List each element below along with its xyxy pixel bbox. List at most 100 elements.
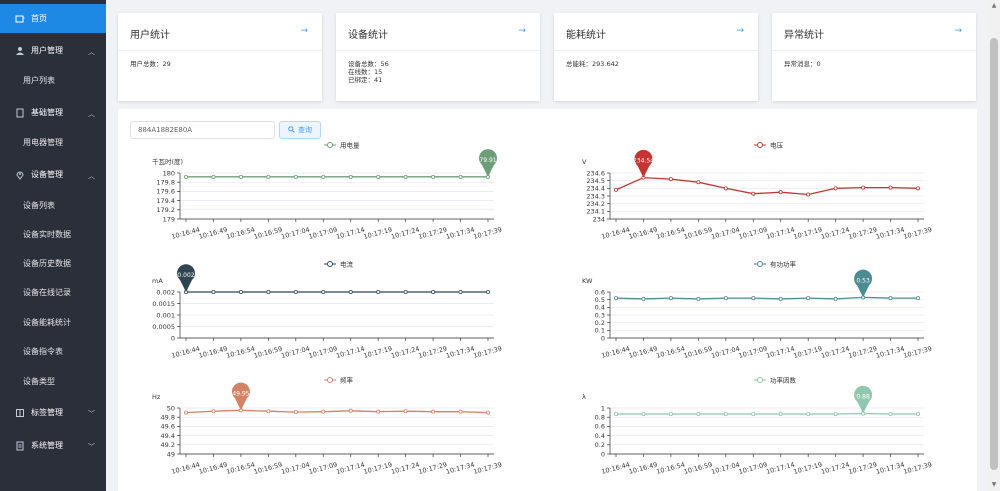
x-tick-label: 10:17:14 bbox=[335, 345, 365, 360]
data-point bbox=[184, 174, 189, 179]
sidebar-item-device-online[interactable]: 设备在线记录 bbox=[0, 278, 106, 307]
scrollbar[interactable]: ▲ ▼ bbox=[988, 0, 1000, 491]
sidebar-item-home[interactable]: 首页 bbox=[0, 4, 106, 33]
anomaly-stats-card: 异常统计 → 异常消息：0 bbox=[772, 13, 976, 101]
legend-label: 电压 bbox=[770, 141, 784, 150]
sidebar-item-label: 设备实时数据 bbox=[23, 230, 71, 239]
max-marker-label: 0.53 bbox=[856, 277, 870, 284]
sidebar-item-label: 用电器管理 bbox=[23, 138, 63, 147]
data-point bbox=[723, 296, 728, 301]
data-point bbox=[778, 411, 783, 416]
sidebar-item-user-mgmt[interactable]: 用户管理 ︿ bbox=[0, 36, 106, 65]
data-point bbox=[485, 410, 490, 415]
x-tick-label: 10:17:24 bbox=[820, 461, 850, 476]
search-icon bbox=[288, 125, 295, 135]
scroll-thumb[interactable] bbox=[990, 38, 998, 470]
y-tick-label: 1 bbox=[601, 404, 605, 412]
card-body: 用户总数：29 bbox=[130, 60, 171, 68]
x-tick-label: 10:16:44 bbox=[601, 345, 631, 360]
x-tick-label: 10:16:44 bbox=[171, 345, 201, 360]
sidebar-item-device-history[interactable]: 设备历史数据 bbox=[0, 249, 106, 278]
series-line bbox=[616, 412, 918, 415]
data-point bbox=[293, 290, 298, 295]
y-tick-label: 49 bbox=[167, 450, 175, 458]
x-tick-label: 10:16:59 bbox=[253, 226, 283, 241]
data-point bbox=[403, 174, 408, 179]
x-tick-label: 10:17:14 bbox=[335, 226, 365, 241]
stat-line: 异常消息：0 bbox=[784, 60, 821, 68]
data-point bbox=[806, 192, 811, 197]
x-tick-label: 10:16:49 bbox=[628, 345, 658, 360]
x-tick-label: 10:16:54 bbox=[655, 345, 685, 360]
sidebar-item-user-list[interactable]: 用户列表 bbox=[0, 66, 106, 95]
data-point bbox=[238, 290, 243, 295]
max-marker: 0.002 bbox=[177, 264, 195, 292]
data-point bbox=[806, 296, 811, 301]
x-tick-label: 10:17:39 bbox=[473, 345, 503, 360]
sidebar-item-device-mgmt[interactable]: 设备管理 ︿ bbox=[0, 160, 106, 189]
y-tick-label: 180 bbox=[163, 169, 175, 177]
data-point bbox=[696, 180, 701, 185]
data-point bbox=[806, 411, 811, 416]
sidebar-item-device-energy[interactable]: 设备能耗统计 bbox=[0, 308, 106, 337]
x-tick-label: 10:17:19 bbox=[793, 345, 823, 360]
series-line bbox=[615, 296, 918, 300]
divider bbox=[336, 50, 540, 51]
x-tick-label: 10:17:34 bbox=[875, 461, 905, 476]
x-tick-label: 10:17:29 bbox=[418, 345, 448, 360]
data-point bbox=[348, 290, 353, 295]
x-tick-label: 10:17:24 bbox=[390, 345, 420, 360]
y-axis-unit: mA bbox=[152, 277, 163, 285]
device-stats-card: 设备统计 → 设备总数：56 在线数：15 已绑定：41 bbox=[336, 13, 540, 101]
sidebar-item-device-list[interactable]: 设备列表 bbox=[0, 191, 106, 220]
data-point bbox=[403, 409, 408, 414]
y-tick-label: 179.6 bbox=[156, 188, 175, 196]
data-point bbox=[641, 411, 646, 416]
y-axis-unit: V bbox=[582, 158, 587, 166]
x-tick-label: 10:17:19 bbox=[363, 226, 393, 241]
x-tick-label: 10:17:04 bbox=[710, 226, 740, 241]
sidebar-item-base-mgmt[interactable]: 基础管理 ︿ bbox=[0, 98, 106, 127]
x-tick-label: 10:17:14 bbox=[765, 461, 795, 476]
x-tick-label: 10:17:29 bbox=[848, 461, 878, 476]
data-point bbox=[915, 296, 920, 301]
tablet-icon bbox=[15, 108, 25, 118]
x-tick-label: 10:16:59 bbox=[683, 345, 713, 360]
sidebar-item-appliance-mgmt[interactable]: 用电器管理 bbox=[0, 128, 106, 157]
x-tick-label: 10:17:04 bbox=[710, 345, 740, 360]
y-tick-label: 49.2 bbox=[161, 441, 175, 449]
data-point bbox=[833, 296, 838, 301]
x-tick-label: 10:17:39 bbox=[473, 226, 503, 241]
x-tick-label: 10:16:49 bbox=[198, 226, 228, 241]
x-tick-label: 10:16:54 bbox=[225, 226, 255, 241]
divider bbox=[772, 50, 976, 51]
arrow-right-icon[interactable]: → bbox=[736, 26, 744, 36]
sidebar-item-device-commands[interactable]: 设备指令表 bbox=[0, 337, 106, 366]
arrow-right-icon[interactable]: → bbox=[518, 26, 526, 36]
y-tick-label: 49.6 bbox=[161, 423, 175, 431]
x-tick-label: 10:17:34 bbox=[875, 345, 905, 360]
scroll-up-icon[interactable]: ▲ bbox=[990, 2, 998, 10]
x-tick-label: 10:16:54 bbox=[225, 461, 255, 476]
x-tick-label: 10:17:39 bbox=[903, 461, 933, 476]
sidebar-item-tag-mgmt[interactable]: 标签管理 ﹀ bbox=[0, 398, 106, 427]
user-icon bbox=[15, 46, 25, 56]
card-body: 总能耗：293.642 bbox=[566, 60, 619, 68]
data-point bbox=[293, 410, 298, 415]
data-point bbox=[376, 290, 381, 295]
arrow-right-icon[interactable]: → bbox=[954, 26, 962, 36]
legend-label: 有功功率 bbox=[770, 260, 797, 269]
scroll-down-icon[interactable]: ▼ bbox=[990, 481, 998, 489]
sidebar-item-system-mgmt[interactable]: 系统管理 ﹀ bbox=[0, 431, 106, 460]
chevron-down-icon: ﹀ bbox=[88, 410, 95, 418]
data-point bbox=[751, 296, 756, 301]
arrow-right-icon[interactable]: → bbox=[300, 26, 308, 36]
sidebar-item-device-types[interactable]: 设备类型 bbox=[0, 367, 106, 396]
sidebar-item-device-realtime[interactable]: 设备实时数据 bbox=[0, 220, 106, 249]
x-tick-label: 10:17:34 bbox=[445, 461, 475, 476]
x-tick-label: 10:17:19 bbox=[793, 461, 823, 476]
y-tick-label: 179 bbox=[163, 215, 175, 223]
y-tick-label: 0.6 bbox=[595, 423, 605, 431]
y-axis-unit: λ bbox=[582, 393, 586, 401]
y-tick-label: 0.4 bbox=[595, 432, 605, 440]
